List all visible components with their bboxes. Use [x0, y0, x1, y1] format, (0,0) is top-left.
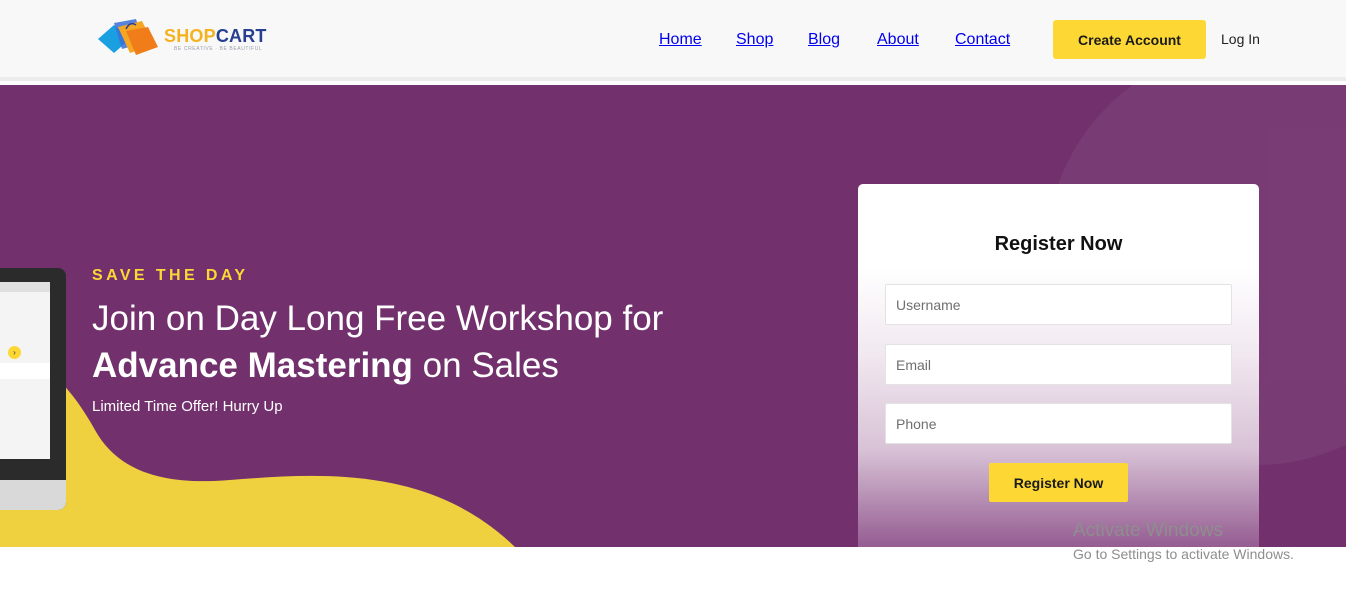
headline-bold: Advance Mastering [92, 346, 413, 385]
laptop-base [0, 480, 66, 510]
shopping-bags-logo-icon [98, 19, 158, 55]
brand-name-cart: CART [215, 26, 267, 46]
hero-section: › SAVE THE DAY Join on Day Long Free Wor… [0, 85, 1346, 547]
laptop-illustration: › [0, 268, 66, 510]
headline-line1: Join on Day Long Free Workshop for [92, 299, 664, 338]
brand-name-shop: SHOP [164, 26, 216, 46]
nav-shop[interactable]: Shop [736, 31, 773, 49]
register-title: Register Now [994, 233, 1123, 255]
hero-subtext: Limited Time Offer! Hurry Up [92, 398, 283, 415]
shopcart-logo[interactable]: SHOPCART BE CREATIVE · BE BEAUTIFUL [96, 17, 276, 61]
laptop-screen-band [0, 363, 50, 379]
nav-home[interactable]: Home [659, 31, 702, 49]
brand-tagline: BE CREATIVE · BE BEAUTIFUL [174, 46, 263, 52]
site-header: SHOPCART BE CREATIVE · BE BEAUTIFUL Home… [0, 0, 1346, 81]
register-now-button[interactable]: Register Now [989, 463, 1128, 502]
laptop-screen-bar [0, 282, 50, 292]
create-account-button[interactable]: Create Account [1053, 20, 1206, 59]
hero-eyebrow: SAVE THE DAY [92, 267, 249, 284]
nav-about[interactable]: About [877, 31, 919, 49]
headline-rest: on Sales [422, 346, 559, 385]
username-input[interactable] [885, 284, 1232, 325]
phone-input[interactable] [885, 403, 1232, 444]
brand-name: SHOPCART [164, 26, 267, 47]
activate-windows-title: Activate Windows [1073, 520, 1223, 541]
register-card: Register Now Register Now [858, 184, 1259, 547]
hero-headline: Join on Day Long Free Workshop for Advan… [92, 295, 732, 389]
login-link[interactable]: Log In [1221, 31, 1260, 47]
email-input[interactable] [885, 344, 1232, 385]
nav-blog[interactable]: Blog [808, 31, 840, 49]
nav-contact[interactable]: Contact [955, 31, 1010, 49]
activate-windows-subtitle: Go to Settings to activate Windows. [1073, 546, 1294, 562]
chevron-right-icon: › [8, 346, 21, 359]
